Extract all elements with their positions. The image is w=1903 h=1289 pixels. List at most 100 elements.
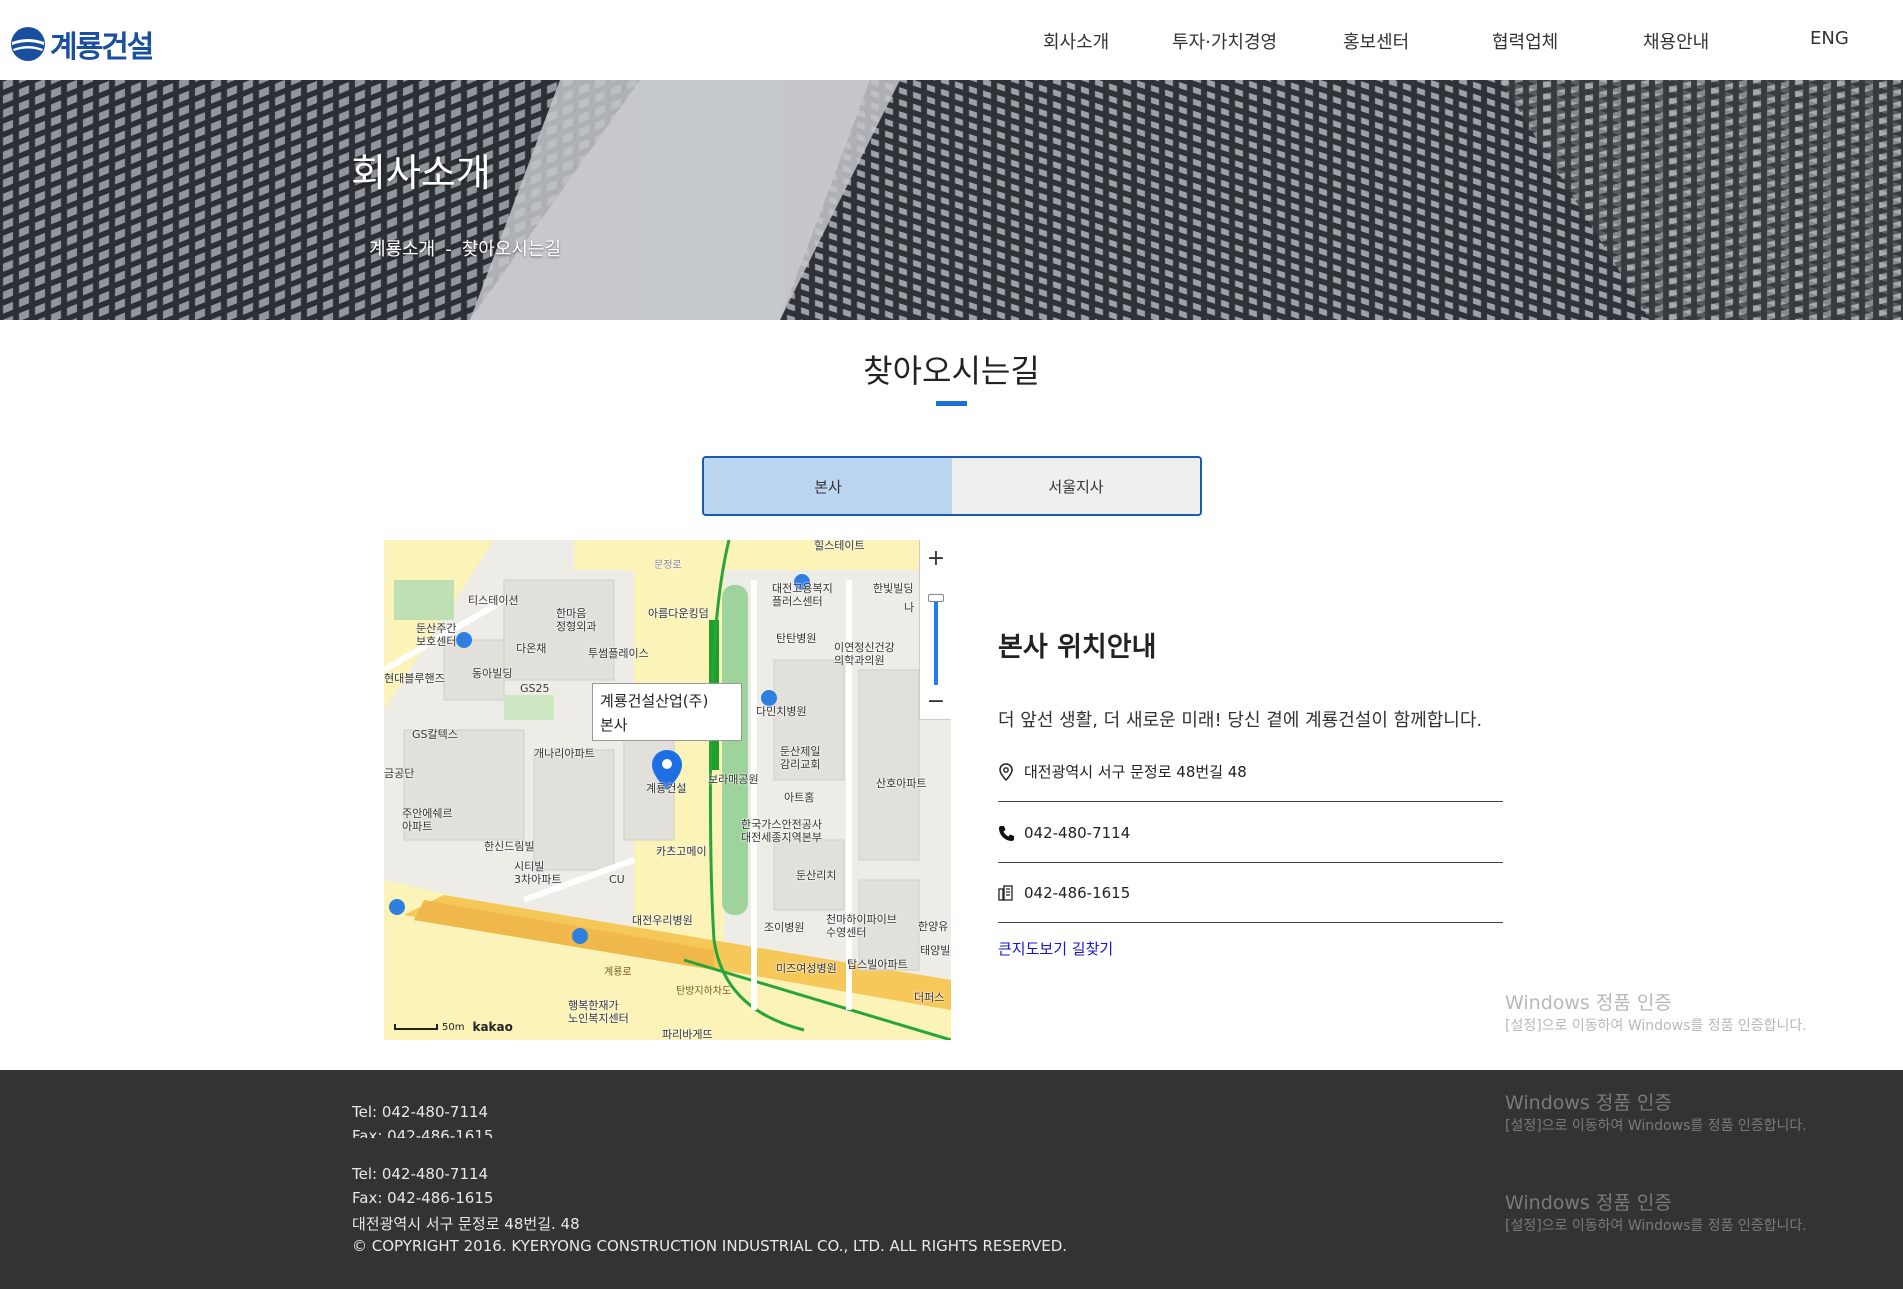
- map-label: 산호아파트: [876, 777, 927, 790]
- scale-label: 50m: [442, 1021, 465, 1033]
- map-label: 한국가스안전공사 대전세종지역본부: [741, 818, 822, 844]
- page-title: 찾아오시는길: [863, 352, 1040, 390]
- map-label: 천마하이파이브 수영센터: [826, 913, 897, 939]
- fax-row: 042-486-1615: [998, 863, 1503, 923]
- zoom-out-button[interactable]: −: [920, 686, 951, 718]
- location-tabs: 본사 서울지사: [702, 456, 1202, 516]
- map-label: 둔산주간 보호센터: [416, 622, 457, 648]
- phone-text: 042-480-7114: [1024, 823, 1131, 842]
- windows-activation-watermark: Windows 정품 인증 [설정]으로 이동하여 Windows를 정품 인증…: [1505, 1188, 1807, 1235]
- map-label: 시티빌 3차아파트: [514, 860, 562, 886]
- map-label: 태양빌: [920, 944, 951, 957]
- popup-company-name: 계룡건설산업(주): [600, 692, 709, 710]
- map-label: 아트홈: [784, 791, 815, 804]
- map-label: 동아빌딩: [472, 667, 513, 680]
- windows-activation-watermark: Windows 정품 인증 [설정]으로 이동하여 Windows를 정품 인증…: [1505, 988, 1807, 1035]
- map-label: 조이병원: [764, 921, 805, 934]
- map-label: 다민치병원: [756, 705, 807, 718]
- map-label: 계룡건설: [646, 782, 687, 795]
- map-view[interactable]: 힐스테이트 문정로 티스테이션 한마음 정형외과 아름다운킹덤 대전고용복지 플…: [384, 540, 951, 1040]
- breadcrumb-separator: -: [445, 239, 452, 260]
- footer-address: 대전광역시 서구 문정로 48번길. 48: [352, 1215, 580, 1233]
- map-label: 탄방지하차도: [676, 986, 732, 997]
- hero-banner: 회사소개 계룡소개 - 찾아오시는길: [0, 80, 1903, 320]
- map-label: 대전고용복지 플러스센터: [772, 582, 833, 608]
- address-text: 대전광역시 서구 문정로 48번길 48: [1024, 763, 1247, 781]
- map-label: 나: [904, 601, 915, 614]
- breadcrumb-current: 찾아오시는길: [461, 239, 562, 260]
- zoom-in-button[interactable]: +: [920, 543, 951, 575]
- map-label: GS칼텍스: [412, 728, 458, 741]
- popup-branch: 본사: [600, 716, 628, 734]
- scale-bar: [394, 1024, 438, 1030]
- watermark-title: Windows 정품 인증: [1505, 992, 1672, 1014]
- phone-row: 042-480-7114: [998, 803, 1503, 863]
- map-label: 투썸플레이스: [588, 647, 649, 660]
- map-label: 미즈여성병원: [776, 962, 837, 975]
- hero-buildings-image: [0, 80, 1903, 320]
- map-label: CU: [609, 873, 625, 886]
- tab-headquarters[interactable]: 본사: [704, 458, 952, 514]
- zoom-slider-handle[interactable]: [928, 594, 944, 602]
- nav-recruit[interactable]: 채용안내: [1643, 28, 1709, 54]
- nav-investment[interactable]: 투자·가치경영: [1172, 28, 1277, 54]
- watermark-subtitle: [설정]으로 이동하여 Windows를 정품 인증합니다.: [1505, 1018, 1807, 1034]
- map-label: 탑스빌아파트: [847, 958, 908, 971]
- nav-company[interactable]: 회사소개: [1043, 28, 1109, 54]
- map-label: GS25: [520, 682, 550, 695]
- map-label: 한빛빌딩: [873, 582, 914, 595]
- tab-seoul-branch[interactable]: 서울지사: [952, 458, 1200, 514]
- map-label: 파리바게뜨: [662, 1028, 713, 1040]
- zoom-slider-track[interactable]: [934, 595, 938, 685]
- address-row: 대전광역시 서구 문정로 48번길 48: [998, 742, 1503, 802]
- windows-activation-watermark: Windows 정품 인증 [설정]으로 이동하여 Windows를 정품 인증…: [1505, 1088, 1807, 1135]
- map-label: 둔산제일 감리교회: [780, 745, 821, 771]
- map-label: 행복한재가 노인복지센터: [568, 999, 629, 1025]
- breadcrumb-parent[interactable]: 계룡소개: [369, 239, 435, 260]
- location-title: 본사 위치안내: [998, 632, 1157, 663]
- map-label: 아름다운킹덤: [648, 607, 709, 620]
- map-label: 계룡로: [604, 967, 632, 978]
- fax-icon: [998, 884, 1013, 901]
- map-label: 다온채: [516, 642, 547, 655]
- map-label: 한마음 정형외과: [556, 607, 597, 633]
- map-label: 보라매공원: [708, 773, 759, 786]
- map-label: 한양유: [918, 920, 949, 933]
- map-label: 티스테이션: [468, 594, 519, 607]
- map-scale: 50m kakao: [394, 1020, 513, 1034]
- footer-contact-clipped: Tel: 042-480-7114 Fax: 042-486-1615: [352, 1100, 652, 1138]
- watermark-subtitle: [설정]으로 이동하여 Windows를 정품 인증합니다.: [1505, 1118, 1807, 1134]
- map-label: 현대블루핸즈: [384, 672, 445, 685]
- main-nav: 회사소개 투자·가치경영 홍보센터 협력업체 채용안내 ENG: [0, 0, 1903, 80]
- map-label: 주안에쉐르 아파트: [402, 807, 453, 833]
- location-pin-icon: [999, 762, 1013, 781]
- breadcrumb: 계룡소개 - 찾아오시는길: [364, 235, 566, 261]
- map-label: 금공단: [384, 767, 415, 780]
- watermark-subtitle: [설정]으로 이동하여 Windows를 정품 인증합니다.: [1505, 1218, 1807, 1234]
- map-provider-logo[interactable]: kakao: [472, 1020, 512, 1034]
- footer-copyright: © COPYRIGHT 2016. KYERYONG CONSTRUCTION …: [352, 1237, 1068, 1255]
- site-footer: Tel: 042-480-7114 Fax: 042-486-1615 Tel:…: [0, 1070, 1903, 1289]
- map-label: 둔산리치: [796, 869, 837, 882]
- hero-title: 회사소개: [351, 151, 491, 195]
- map-label: 이연정신건강 의학과의원: [834, 641, 895, 667]
- location-description: 더 앞선 생활, 더 새로운 미래! 당신 곁에 계룡건설이 함께합니다.: [998, 710, 1483, 731]
- map-label: 더퍼스: [914, 991, 945, 1004]
- nav-partners[interactable]: 협력업체: [1492, 28, 1558, 54]
- big-map-directions-link[interactable]: 큰지도보기 길찾기: [998, 938, 1113, 959]
- map-label: 문정로: [654, 560, 682, 571]
- footer-fax-clipped: Fax: 042-486-1615: [352, 1127, 494, 1138]
- zoom-control: + −: [919, 540, 951, 720]
- map-label: 탄탄병원: [776, 632, 817, 645]
- footer-fax: Fax: 042-486-1615: [352, 1189, 494, 1207]
- footer-tel-clipped: Tel: 042-480-7114: [352, 1103, 489, 1121]
- map-info-popup: 계룡건설산업(주) 본사: [592, 683, 742, 741]
- map-label: 힐스테이트: [814, 540, 865, 552]
- map-label: 개나리아파트: [534, 747, 595, 760]
- map-label: 한신드림빌: [484, 840, 535, 853]
- map-label: 대전우리병원: [632, 914, 693, 927]
- map-label: 카츠고메이: [656, 845, 707, 858]
- nav-eng[interactable]: ENG: [1810, 28, 1849, 49]
- phone-icon: [999, 825, 1014, 841]
- nav-pr-center[interactable]: 홍보센터: [1343, 28, 1409, 54]
